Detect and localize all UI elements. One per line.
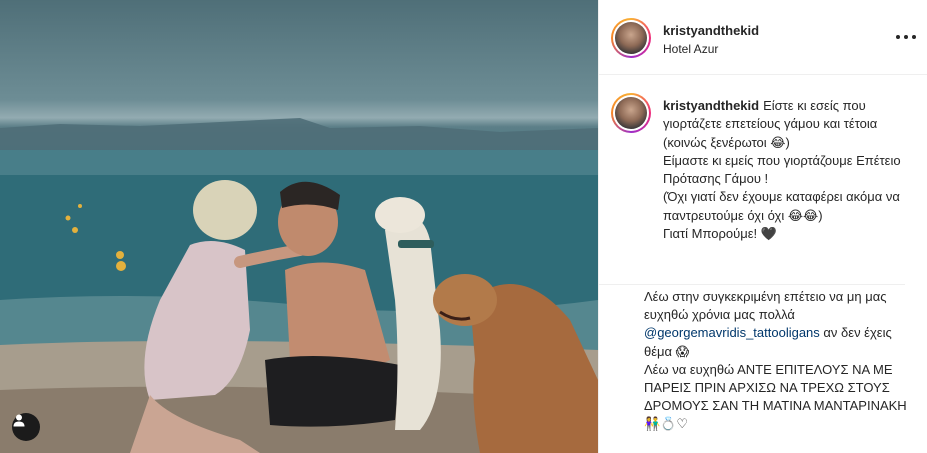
post-header: kristyandthekid Hotel Azur (599, 0, 927, 75)
caption-username[interactable]: kristyandthekid (663, 98, 759, 113)
caption-body: Είστε κι εσείς που γιορτάζετε επετείους … (663, 98, 901, 242)
user-tags-icon (13, 414, 25, 427)
avatar[interactable] (611, 18, 651, 58)
post-photo[interactable] (0, 0, 598, 453)
more-options-button[interactable] (896, 30, 916, 44)
caption-avatar-image (615, 97, 647, 129)
post-location[interactable]: Hotel Azur (663, 42, 718, 56)
photo-illustration (0, 118, 598, 453)
author-username[interactable]: kristyandthekid (663, 23, 759, 38)
post-details-panel: kristyandthekid Hotel Azur kristyandthek… (598, 0, 927, 453)
user-tags-button[interactable] (12, 413, 40, 441)
section-divider (599, 284, 905, 285)
caption-text: kristyandthekid Είστε κι εσείς που γιορτά… (663, 97, 913, 243)
comment-text-1: Λέω στην συγκεκριμένη επέτειο να μη μας … (644, 289, 887, 323)
comment-mention-link[interactable]: @georgemavridis_tattooligans (644, 325, 820, 340)
more-options-icon (896, 35, 900, 39)
post-caption: kristyandthekid Είστε κι εσείς που γιορτά… (599, 75, 927, 285)
comment-item: Λέω στην συγκεκριμένη επέτειο να μη μας … (644, 288, 914, 434)
comment-text-2: αν δεν έχεις θέμα 😱 Λέω να ευχηθώ ΑΝΤΕ Ε… (644, 325, 907, 432)
caption-avatar[interactable] (611, 93, 651, 133)
avatar-image (615, 22, 647, 54)
